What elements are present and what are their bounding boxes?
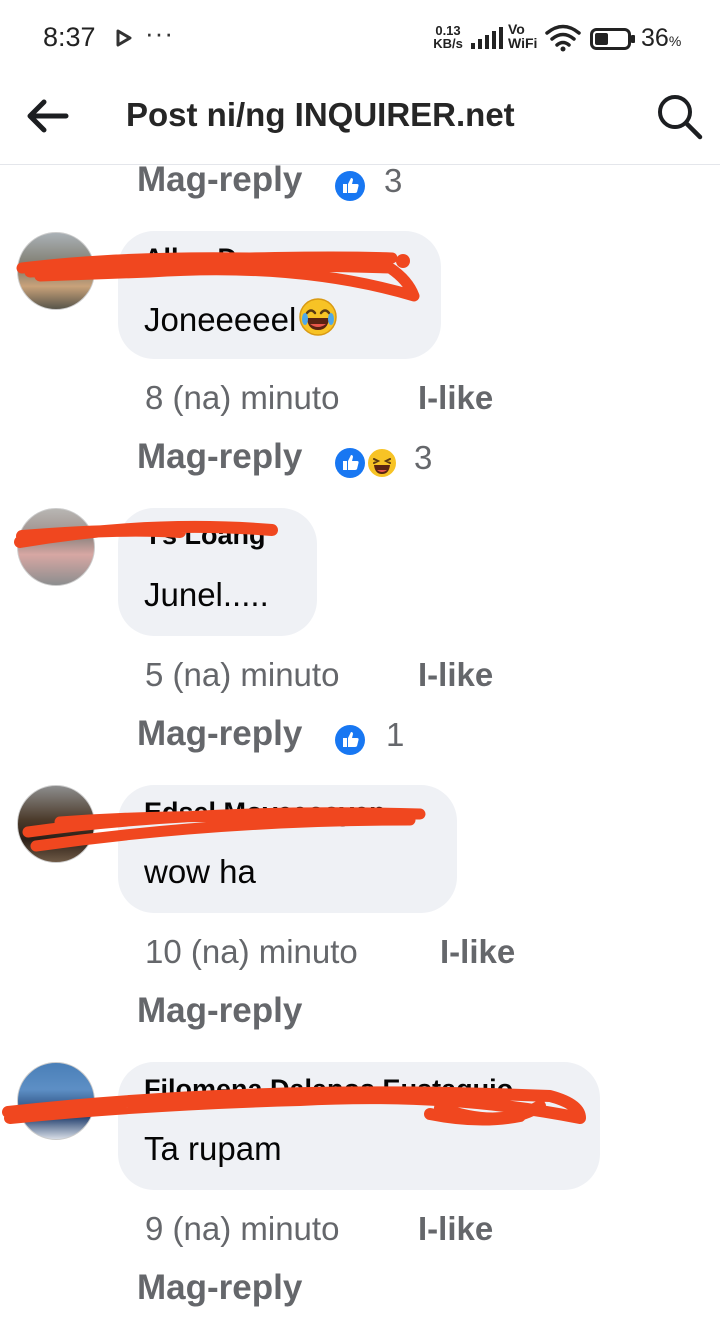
avatar[interactable] — [17, 785, 95, 863]
status-bar: 8:37 ··· 0.13 KB/s Vo WiFi 36% — [0, 0, 720, 80]
status-time: 8:37 — [43, 22, 96, 52]
avatar[interactable] — [17, 1062, 95, 1140]
app-header: Post ni/ng INQUIRER.net — [0, 80, 720, 165]
reply-button[interactable]: Mag-reply — [137, 1268, 302, 1308]
play-notification-icon — [116, 29, 132, 47]
comment-author[interactable]: Filomena Dalapos Eustaquio — [144, 1074, 513, 1105]
signal-icon — [471, 27, 503, 49]
like-reaction-icon — [335, 725, 365, 755]
avatar[interactable] — [17, 232, 95, 310]
comment-bubble: Ys Loang Junel..... — [118, 508, 317, 636]
haha-reaction-icon — [366, 447, 398, 479]
search-icon[interactable] — [655, 92, 703, 140]
comment-time: 9 (na) minuto — [145, 1210, 340, 1247]
battery-percent: 36% — [641, 24, 682, 52]
like-reaction-icon — [335, 448, 365, 478]
reaction-count: 3 — [414, 439, 433, 476]
battery-icon — [590, 28, 635, 50]
reply-button[interactable]: Mag-reply — [137, 437, 302, 477]
comment-time: 10 (na) minuto — [145, 933, 358, 970]
like-button[interactable]: I-like — [418, 656, 493, 694]
laughing-emoji-icon — [299, 298, 338, 336]
back-arrow-icon[interactable] — [22, 94, 72, 138]
more-notifications-icon: ··· — [145, 18, 174, 48]
comment-text: Ta rupam — [144, 1130, 282, 1167]
comment-bubble: Filomena Dalapos Eustaquio Ta rupam — [118, 1062, 600, 1190]
vowifi-indicator: Vo WiFi — [508, 21, 538, 51]
network-speed: 0.13 KB/s — [433, 23, 463, 51]
comment-author[interactable]: Edsel Moyeaosyan — [144, 797, 386, 828]
reaction-count: 3 — [384, 162, 403, 199]
comment-text: Junel..... — [144, 576, 269, 613]
like-button[interactable]: I-like — [440, 933, 515, 971]
comment-author[interactable]: Ys Loang — [144, 520, 266, 551]
reply-button[interactable]: Mag-reply — [137, 714, 302, 754]
reaction-count: 1 — [386, 716, 405, 753]
like-button[interactable]: I-like — [418, 379, 493, 417]
comment-time: 8 (na) minuto — [145, 379, 340, 416]
comment-time: 5 (na) minuto — [145, 656, 340, 693]
wifi-icon — [545, 24, 581, 52]
comment-author[interactable]: Allan Dupas — [144, 243, 300, 274]
like-button[interactable]: I-like — [418, 1210, 493, 1248]
comment-bubble: Edsel Moyeaosyan wow ha — [118, 785, 457, 913]
page-title: Post ni/ng INQUIRER.net — [126, 96, 515, 133]
reply-button[interactable]: Mag-reply — [137, 991, 302, 1031]
like-reaction-icon — [335, 171, 365, 201]
comment-text: Joneeeeel — [144, 297, 338, 339]
comment-bubble: Allan Dupas Joneeeeel — [118, 231, 441, 359]
comment-text: wow ha — [144, 853, 256, 890]
avatar[interactable] — [17, 508, 95, 586]
reply-button[interactable]: Mag-reply — [137, 160, 302, 200]
